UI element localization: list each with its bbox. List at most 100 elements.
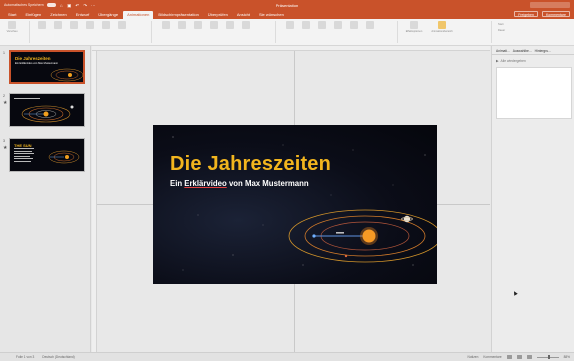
slide-thumbnail-2[interactable]: [9, 93, 85, 127]
tab-review[interactable]: Überprüfen: [204, 11, 232, 19]
subtitle-misspelled-word: Erklärvideo: [184, 179, 227, 188]
animation-effect-5[interactable]: [100, 21, 112, 29]
slide-thumbnail-3[interactable]: THE SUN: [9, 138, 85, 172]
emphasis-effect-6[interactable]: [240, 21, 252, 29]
tab-background-pane[interactable]: Hintergru...: [535, 49, 551, 54]
animation-effect-1[interactable]: [36, 21, 48, 29]
zoom-level[interactable]: 88%: [564, 355, 570, 359]
star-icon: [350, 21, 358, 29]
slide-animation-star-icon-2: ★: [3, 100, 8, 106]
ribbon: Vorschau Effektoptionen Animationsbereic: [0, 19, 574, 46]
subtitle-prefix: Ein: [170, 179, 185, 188]
tab-slideshow[interactable]: Bildschirmpräsentation: [154, 11, 202, 19]
slide-subtitle[interactable]: Ein Erklärvideo von Max Mustermann: [170, 179, 309, 188]
emphasis-effect-1[interactable]: [160, 21, 172, 29]
small-planet-icon: [344, 254, 348, 258]
star-icon: [334, 21, 342, 29]
more-icon[interactable]: ⋯: [91, 3, 96, 8]
titlebar-right: [530, 2, 570, 8]
exit-effect-1[interactable]: [284, 21, 296, 29]
tab-actions: Freigeben Kommentare: [514, 11, 570, 17]
effect-options-label: Effektoptionen: [405, 30, 423, 33]
animation-effect-6[interactable]: [116, 21, 128, 29]
exit-effect-5[interactable]: [348, 21, 360, 29]
tab-design[interactable]: Entwurf: [72, 11, 94, 19]
exit-effect-3[interactable]: [316, 21, 328, 29]
animation-pane-icon: [438, 21, 446, 29]
orbit-label-marker: [336, 232, 344, 234]
slide-title[interactable]: Die Jahreszeiten: [170, 153, 331, 176]
save-icon[interactable]: ▣: [67, 3, 72, 8]
star-icon: [162, 21, 170, 29]
ribbon-group-timing: Start Dauer: [494, 21, 572, 43]
star-icon: [38, 21, 46, 29]
emphasis-effect-2[interactable]: [176, 21, 188, 29]
autosave-label: Automatisches Speichern: [4, 3, 44, 7]
main-slide[interactable]: Die Jahreszeiten Ein Erklärvideo von Max…: [153, 125, 437, 284]
tab-animations[interactable]: Animationen: [123, 11, 154, 19]
play-icon[interactable]: ▶: [496, 59, 499, 63]
animation-effect-4[interactable]: [84, 21, 96, 29]
exit-effect-2[interactable]: [300, 21, 312, 29]
normal-view-icon[interactable]: [506, 355, 512, 359]
zoom-slider[interactable]: [536, 355, 559, 359]
undo-icon[interactable]: ↶: [75, 3, 80, 8]
animation-pane-button[interactable]: Animationsbereich: [428, 21, 456, 33]
solar-system-illustration: [172, 136, 437, 271]
timing-start-label[interactable]: Start: [498, 23, 503, 26]
tab-view[interactable]: Ansicht: [233, 11, 254, 19]
tab-tell-me[interactable]: Sie wünschen: [255, 11, 288, 19]
animation-effect-3[interactable]: [68, 21, 80, 29]
slide-counter: Folie 1 von 3: [16, 355, 35, 359]
thumbnail-orbit-illustration: [21, 105, 74, 123]
slideshow-icon[interactable]: [526, 355, 532, 359]
star-icon: [118, 21, 126, 29]
tab-draw[interactable]: Zeichnen: [46, 11, 70, 19]
star-icon: [54, 21, 62, 29]
home-icon[interactable]: ⌂: [59, 3, 64, 8]
slide-number-2: 2: [3, 94, 5, 98]
animation-list[interactable]: [496, 67, 572, 119]
exit-effect-4[interactable]: [332, 21, 344, 29]
sun-icon: [362, 229, 376, 243]
comments-button[interactable]: Kommentare: [541, 11, 570, 17]
status-bar: Folie 1 von 3 Deutsch (Deutschland) Noti…: [0, 352, 574, 361]
autosave-toggle[interactable]: [46, 3, 56, 7]
animation-effect-2[interactable]: [52, 21, 64, 29]
play-all-label[interactable]: Alle wiedergeben: [501, 59, 526, 63]
tab-animation-pane[interactable]: Animati...: [496, 49, 510, 54]
slide-number-1: 1: [3, 51, 5, 55]
preview-icon: [8, 21, 16, 29]
tab-start[interactable]: Start: [4, 11, 20, 19]
effect-options-button[interactable]: Effektoptionen: [404, 21, 424, 33]
emphasis-effect-4[interactable]: [208, 21, 220, 29]
tab-insert[interactable]: Einfügen: [21, 11, 45, 19]
slide-sorter-icon[interactable]: [516, 355, 522, 359]
status-left: Folie 1 von 3 Deutsch (Deutschland): [0, 355, 75, 359]
star-icon: [242, 21, 250, 29]
timing-duration-label[interactable]: Dauer: [498, 29, 505, 32]
comments-status-button[interactable]: Kommentare: [483, 355, 501, 359]
quick-access-toolbar: Automatisches Speichern ⌂ ▣ ↶ ↷ ⋯: [0, 3, 200, 8]
ribbon-tabs: Start Einfügen Zeichnen Entwurf Übergäng…: [0, 10, 574, 19]
slide-thumbnail-1[interactable]: Die Jahreszeiten Ein Erklärvideo von Max…: [9, 50, 85, 84]
exit-effect-6[interactable]: [364, 21, 376, 29]
emphasis-effect-5[interactable]: [224, 21, 236, 29]
tab-selection-pane[interactable]: Auswahlbe...: [513, 49, 532, 54]
star-icon: [70, 21, 78, 29]
emphasis-effect-3[interactable]: [192, 21, 204, 29]
ribbon-group-entrance: [32, 21, 152, 43]
star-icon: [226, 21, 234, 29]
pane-tabs: Animati... Auswahlbe... Hintergru...: [492, 46, 574, 55]
tab-transitions[interactable]: Übergänge: [94, 11, 122, 19]
ribbon-group-options: Effektoptionen Animationsbereich: [400, 21, 492, 43]
title-bar: Automatisches Speichern ⌂ ▣ ↶ ↷ ⋯ Präsen…: [0, 0, 574, 10]
language-indicator[interactable]: Deutsch (Deutschland): [42, 355, 74, 359]
redo-icon[interactable]: ↷: [83, 3, 88, 8]
slide-animation-star-icon-3: ★: [3, 145, 8, 151]
star-icon: [318, 21, 326, 29]
notes-button[interactable]: Notizen: [468, 355, 479, 359]
preview-button[interactable]: Vorschau: [6, 21, 18, 33]
search-box[interactable]: [530, 2, 570, 8]
share-button[interactable]: Freigeben: [514, 11, 538, 17]
